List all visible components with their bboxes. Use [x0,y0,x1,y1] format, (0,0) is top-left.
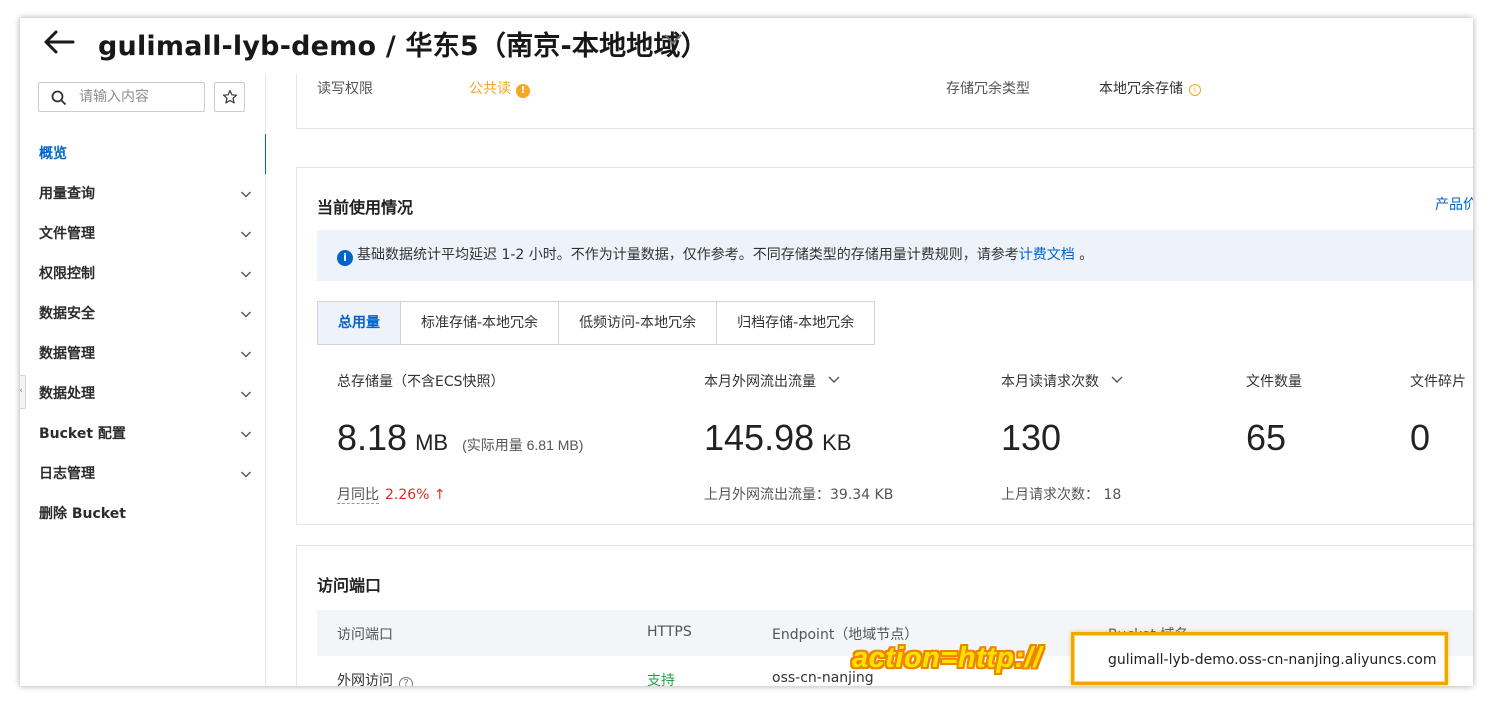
billing-doc-link[interactable]: 计费文档 [1019,247,1075,263]
metric-value: 0 [1410,417,1431,458]
back-arrow-icon[interactable] [42,28,76,56]
sidebar-item-label: 权限控制 [39,266,95,282]
chevron-down-icon [241,351,251,358]
chevron-down-icon [241,231,251,238]
page-header: gulimall-lyb-demo / 华东5（南京-本地地域） [20,18,1473,74]
search-input[interactable] [79,87,199,107]
sidebar: 概览 用量查询 文件管理 权限控制 数据安全 数据管理 数据处理 Bucket … [20,74,267,686]
tab-standard[interactable]: 标准存储-本地冗余 [401,302,560,344]
column-header: Endpoint（地域节点） [772,627,919,643]
product-pricing-link[interactable]: 产品价 [1435,194,1473,214]
metric-storage: 总存储量（不含ECS快照） 8.18 MB (实际用量 6.81 MB) 月同比 2.… [337,371,583,504]
metric-value: 8.18 MB (实际用量 6.81 MB) [337,417,584,458]
sidebar-item-delete-bucket[interactable]: 删除 Bucket [20,494,266,534]
chevron-down-icon [241,431,251,438]
column-header: HTTPS [647,624,692,640]
endpoints-title: 访问端口 [317,576,382,595]
sidebar-item-label: Bucket 配置 [39,426,126,442]
redundancy-value: 本地冗余存储 i [1099,78,1201,98]
metric-label[interactable]: 本月外网流出流量 [704,371,840,391]
sidebar-item-access-control[interactable]: 权限控制 [20,254,266,294]
chevron-down-icon[interactable] [662,30,684,48]
https-support: 支持 [647,673,675,686]
sidebar-item-data-processing[interactable]: 数据处理 [20,374,266,414]
metric-previous: 上月请求次数： 18 [1001,487,1122,503]
usage-card: 当前使用情况 产品价 i 基础数据统计平均延迟 1-2 小时。不作为计量数据，仅作… [296,167,1473,525]
metric-label: 文件碎片 [1410,374,1466,390]
chevron-down-icon[interactable] [828,375,840,385]
metric-label[interactable]: 本月读请求次数 [1001,371,1123,391]
usage-title: 当前使用情况 [317,198,414,217]
star-icon [222,89,237,104]
page-title: gulimall-lyb-demo / 华东5（南京-本地地域） [98,31,708,62]
metric-value: 145.98 KB [704,417,852,458]
permission-value: 公共读! [469,78,530,98]
favorite-button[interactable] [214,82,245,112]
sidebar-item-label: 删除 Bucket [39,506,126,522]
access-type: 外网访问? [337,670,413,686]
storage-type-tabs: 总用量 标准存储-本地冗余 低频访问-本地冗余 归档存储-本地冗余 [317,301,876,345]
chevron-down-icon [241,271,251,278]
basic-info-card: 读写权限 公共读! 存储冗余类型 本地冗余存储 i [296,74,1473,129]
search-box [38,82,205,112]
redundancy-label: 存储冗余类型 [946,81,1030,97]
sidebar-item-label: 数据安全 [39,306,95,322]
metric-previous: 上月外网流出流量：39.34 KB [704,487,894,503]
metric-label: 总存储量（不含ECS快照） [337,374,505,390]
metric-value: 65 [1246,417,1287,458]
main-content: 读写权限 公共读! 存储冗余类型 本地冗余存储 i 当前使用情况 产品价 i 基础数… [266,74,1473,686]
yoy-change: 2.26% ↑ [385,487,446,503]
column-header: 访问端口 [337,627,393,643]
warning-icon: ! [516,84,530,98]
sidebar-item-log-management[interactable]: 日志管理 [20,454,266,494]
chevron-down-icon [241,191,251,198]
metric-yoy: 月同比 2.26% ↑ [337,487,446,504]
annotation-text: action=http:// [852,642,1042,674]
chevron-down-icon [241,471,251,478]
sidebar-item-data-management[interactable]: 数据管理 [20,334,266,374]
bucket-domain-highlight[interactable]: gulimall-lyb-demo.oss-cn-nanjing.aliyunc… [1071,632,1448,685]
tab-infrequent[interactable]: 低频访问-本地冗余 [559,302,718,344]
search-icon [51,90,67,106]
metric-label: 文件数量 [1246,374,1302,390]
chevron-down-icon[interactable] [1111,375,1123,385]
tab-archive[interactable]: 归档存储-本地冗余 [717,302,875,344]
sidebar-item-label: 数据管理 [39,346,95,362]
info-icon: i [337,250,353,266]
bucket-domain[interactable]: gulimall-lyb-demo.oss-cn-nanjing.aliyunc… [1108,652,1436,668]
sidebar-item-label: 日志管理 [39,466,95,482]
notice-banner: i 基础数据统计平均延迟 1-2 小时。不作为计量数据，仅作参考。不同存储类型的存… [317,230,1473,281]
metric-fragments: 文件碎片 0 [1410,371,1466,458]
sidebar-item-label: 概览 [39,146,67,162]
console-window: gulimall-lyb-demo / 华东5（南京-本地地域） 概览 用量查询… [20,18,1473,686]
tab-total[interactable]: 总用量 [318,302,401,344]
help-icon[interactable]: ? [399,677,413,686]
chevron-down-icon [241,311,251,318]
permission-label: 读写权限 [317,81,373,97]
sidebar-nav: 概览 用量查询 文件管理 权限控制 数据安全 数据管理 数据处理 Bucket … [20,134,267,534]
metric-requests: 本月读请求次数 130 上月请求次数： 18 [1001,371,1123,503]
sidebar-item-label: 数据处理 [39,386,95,402]
sidebar-item-label: 用量查询 [39,186,95,202]
sidebar-collapse-handle[interactable]: ‹ [20,375,26,409]
metric-outbound: 本月外网流出流量 145.98 KB 上月外网流出流量：39.34 KB [704,371,893,503]
metric-files: 文件数量 65 [1246,371,1302,458]
chevron-down-icon [241,391,251,398]
sidebar-item-label: 文件管理 [39,226,95,242]
sidebar-item-data-security[interactable]: 数据安全 [20,294,266,334]
info-icon[interactable]: i [1189,84,1201,96]
metric-value: 130 [1001,417,1062,458]
sidebar-item-overview[interactable]: 概览 [20,134,267,174]
sidebar-item-bucket-config[interactable]: Bucket 配置 [20,414,266,454]
sidebar-item-file-management[interactable]: 文件管理 [20,214,266,254]
sidebar-item-usage-query[interactable]: 用量查询 [20,174,266,214]
